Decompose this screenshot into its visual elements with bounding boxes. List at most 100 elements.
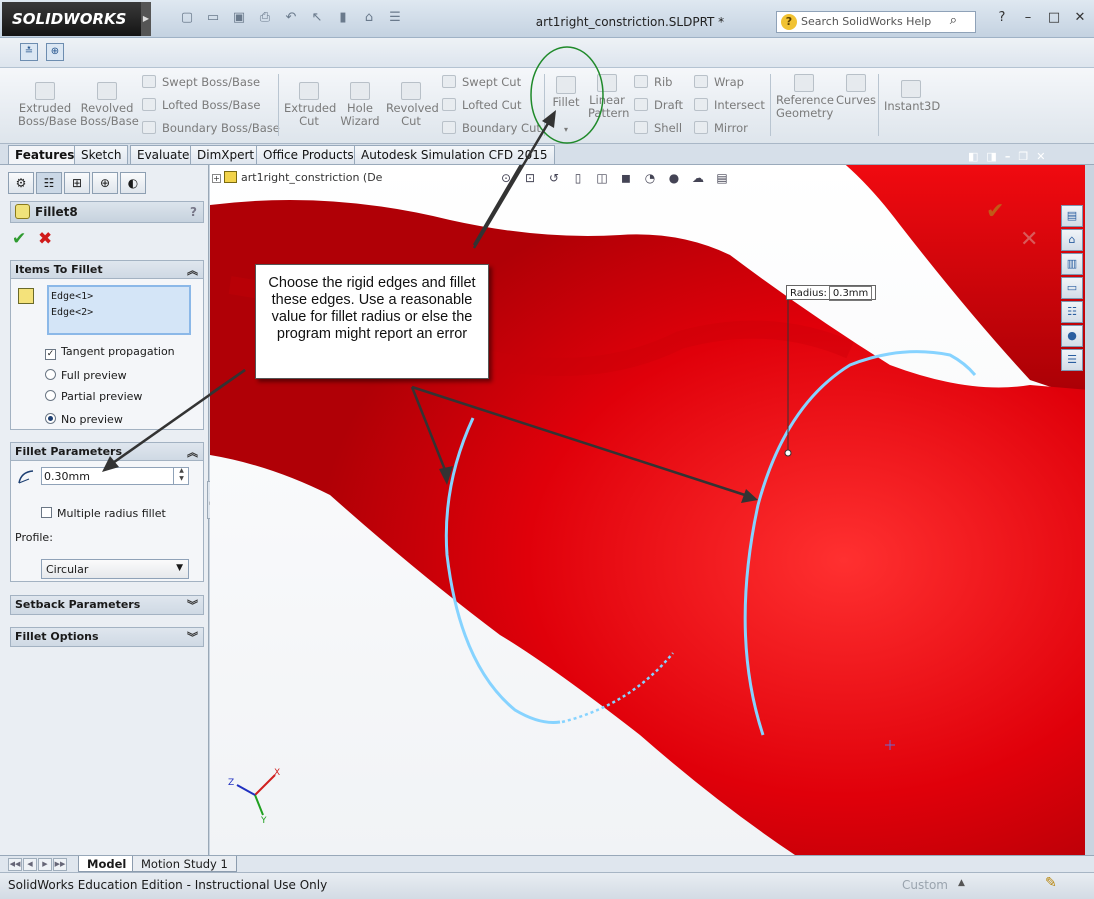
radius-callout[interactable]: Radius: 0.3mm bbox=[786, 285, 877, 301]
rebuild-icon[interactable]: ▮ bbox=[334, 9, 352, 27]
revolved-cut-button[interactable]: Revolved Cut bbox=[386, 82, 439, 128]
extruded-boss-button[interactable]: Extruded Boss/Base bbox=[18, 82, 77, 128]
first-tab-icon[interactable]: ◀◀ bbox=[8, 858, 22, 871]
appearances-icon[interactable]: ● bbox=[1061, 325, 1083, 347]
shell-button[interactable]: Shell bbox=[634, 121, 682, 135]
profile-dropdown[interactable]: Circular ▼ bbox=[41, 559, 189, 579]
design-library-icon[interactable]: ▥ bbox=[1061, 253, 1083, 275]
intersect-button[interactable]: Intersect bbox=[694, 98, 765, 112]
fillet-options-section[interactable]: Fillet Options ︾ bbox=[10, 627, 204, 647]
solidworks-logo[interactable]: SOLIDWORKS bbox=[2, 2, 150, 36]
cancel-x-icon[interactable]: ✖ bbox=[38, 229, 52, 249]
hole-wizard-button[interactable]: Hole Wizard bbox=[338, 82, 382, 128]
viewport-minimize-icon[interactable]: – bbox=[1005, 150, 1011, 163]
view-settings-icon[interactable]: ▤ bbox=[714, 170, 730, 186]
tab-evaluate[interactable]: Evaluate bbox=[130, 145, 197, 164]
mirror-button[interactable]: Mirror bbox=[694, 121, 748, 135]
rib-button[interactable]: Rib bbox=[634, 75, 673, 89]
configuration-manager-icon[interactable]: ⊞ bbox=[64, 172, 90, 194]
collapse-chevron-icon[interactable]: ︽ bbox=[187, 262, 198, 278]
draft-button[interactable]: Draft bbox=[634, 98, 683, 112]
setback-parameters-section[interactable]: Setback Parameters ︾ bbox=[10, 595, 204, 615]
viewport-close-icon[interactable]: ✕ bbox=[1036, 150, 1045, 163]
solidworks-resources-icon[interactable]: ▤ bbox=[1061, 205, 1083, 227]
extruded-cut-button[interactable]: Extruded Cut bbox=[284, 82, 336, 128]
expand-chevron-icon[interactable]: ︾ bbox=[187, 597, 198, 613]
view-palette-icon[interactable]: ☷ bbox=[1061, 301, 1083, 323]
options-icon[interactable]: ☰ bbox=[386, 9, 404, 27]
hide-show-items-icon[interactable]: ◔ bbox=[642, 170, 658, 186]
tab-features[interactable]: Features bbox=[8, 145, 82, 164]
options-section-header[interactable]: Fillet Options ︾ bbox=[11, 628, 203, 646]
previous-tab-icon[interactable]: ◀ bbox=[23, 858, 37, 871]
tab-dimxpert[interactable]: DimXpert bbox=[190, 145, 262, 164]
search-icon[interactable]: ⌕ bbox=[950, 13, 957, 28]
help-icon[interactable]: ? bbox=[190, 205, 197, 219]
instant3d-button[interactable]: Instant3D bbox=[884, 80, 940, 113]
open-document-icon[interactable]: ▭ bbox=[204, 9, 222, 27]
close-icon[interactable]: ✕ bbox=[1072, 10, 1088, 26]
curves-button[interactable]: Curves bbox=[836, 74, 876, 107]
select-pointer-icon[interactable]: ↖ bbox=[308, 9, 326, 27]
feature-tree-flyout[interactable]: + art1right_constriction (De bbox=[212, 171, 382, 184]
viewport-restore-icon[interactable]: ❐ bbox=[1018, 150, 1028, 163]
tangent-propagation-checkbox[interactable]: ✓ Tangent propagation bbox=[45, 345, 175, 360]
tab-model[interactable]: Model bbox=[78, 856, 136, 872]
file-properties-icon[interactable]: ⌂ bbox=[360, 9, 378, 27]
confirm-cancel-icon[interactable]: ✕ bbox=[1020, 227, 1038, 252]
tab-office-products[interactable]: Office Products bbox=[256, 145, 361, 164]
swept-boss-button[interactable]: Swept Boss/Base bbox=[142, 75, 260, 89]
undo-icon[interactable]: ↶ bbox=[282, 9, 300, 27]
graphics-viewport[interactable]: + art1right_constriction (De ⊙ ⊡ ↺ ▯ ◫ ◼ … bbox=[210, 165, 1085, 855]
multiple-radius-checkbox[interactable]: Multiple radius fillet bbox=[41, 507, 166, 520]
chevron-up-icon[interactable]: ▲ bbox=[958, 878, 965, 888]
expand-chevron-icon[interactable]: ︾ bbox=[187, 629, 198, 645]
print-icon[interactable]: ⎙ bbox=[256, 9, 274, 27]
apply-scene-icon[interactable]: ☁ bbox=[690, 170, 706, 186]
property-manager-icon[interactable]: ☷ bbox=[36, 172, 62, 194]
radius-callout-value[interactable]: 0.3mm bbox=[828, 286, 873, 301]
feature-tree-icon[interactable]: ⚙ bbox=[8, 172, 34, 194]
next-tab-icon[interactable]: ▶ bbox=[38, 858, 52, 871]
revolved-boss-button[interactable]: Revolved Boss/Base bbox=[80, 82, 139, 128]
radius-handle[interactable] bbox=[784, 449, 792, 457]
dimxpert-manager-icon[interactable]: ⊕ bbox=[92, 172, 118, 194]
save-icon[interactable]: ▣ bbox=[230, 9, 248, 27]
view-orientation-icon[interactable]: ◫ bbox=[594, 170, 610, 186]
ok-checkmark-icon[interactable]: ✔ bbox=[12, 229, 26, 249]
display-style-icon[interactable]: ◼ bbox=[618, 170, 634, 186]
swept-cut-button[interactable]: Swept Cut bbox=[442, 75, 521, 89]
expand-plus-icon[interactable]: + bbox=[212, 174, 221, 183]
confirm-ok-icon[interactable]: ✔ bbox=[986, 199, 1004, 224]
items-section-header[interactable]: Items To Fillet ︽ bbox=[11, 261, 203, 279]
previous-window-icon[interactable]: ◧ bbox=[968, 150, 978, 163]
home-icon[interactable]: ⌂ bbox=[1061, 229, 1083, 251]
last-tab-icon[interactable]: ▶▶ bbox=[53, 858, 67, 871]
wrap-button[interactable]: Wrap bbox=[694, 75, 744, 89]
list-item[interactable]: Edge<2> bbox=[51, 305, 189, 321]
edit-appearance-icon[interactable]: ● bbox=[666, 170, 682, 186]
tab-motion-study[interactable]: Motion Study 1 bbox=[132, 856, 237, 872]
lofted-boss-button[interactable]: Lofted Boss/Base bbox=[142, 98, 260, 112]
minimize-icon[interactable]: – bbox=[1020, 10, 1036, 26]
tag-icon[interactable]: ✎ bbox=[1045, 875, 1065, 893]
display-manager-icon[interactable]: ◐ bbox=[120, 172, 146, 194]
sketch-tool-icon[interactable]: ≛ bbox=[20, 43, 38, 61]
setback-section-header[interactable]: Setback Parameters ︾ bbox=[11, 596, 203, 614]
maximize-icon[interactable]: □ bbox=[1046, 10, 1062, 26]
help-menu-icon[interactable]: ? bbox=[994, 10, 1010, 26]
file-explorer-icon[interactable]: ▭ bbox=[1061, 277, 1083, 299]
help-search-input[interactable]: ? Search SolidWorks Help ⌕ bbox=[776, 11, 976, 33]
unit-system-dropdown[interactable]: Custom bbox=[902, 878, 948, 892]
section-view-icon[interactable]: ▯ bbox=[570, 170, 586, 186]
new-document-icon[interactable]: ▢ bbox=[178, 9, 196, 27]
custom-properties-icon[interactable]: ☰ bbox=[1061, 349, 1083, 371]
next-window-icon[interactable]: ◨ bbox=[986, 150, 996, 163]
edge-selection-list[interactable]: Edge<1> Edge<2> bbox=[47, 285, 191, 335]
menu-expand-arrow-icon[interactable]: ▶ bbox=[141, 2, 151, 36]
tab-sketch[interactable]: Sketch bbox=[74, 145, 129, 164]
smart-dimension-icon[interactable]: ⊕ bbox=[46, 43, 64, 61]
list-item[interactable]: Edge<1> bbox=[51, 289, 189, 305]
boundary-boss-button[interactable]: Boundary Boss/Base bbox=[142, 121, 280, 135]
reference-geometry-button[interactable]: Reference Geometry bbox=[776, 74, 834, 120]
